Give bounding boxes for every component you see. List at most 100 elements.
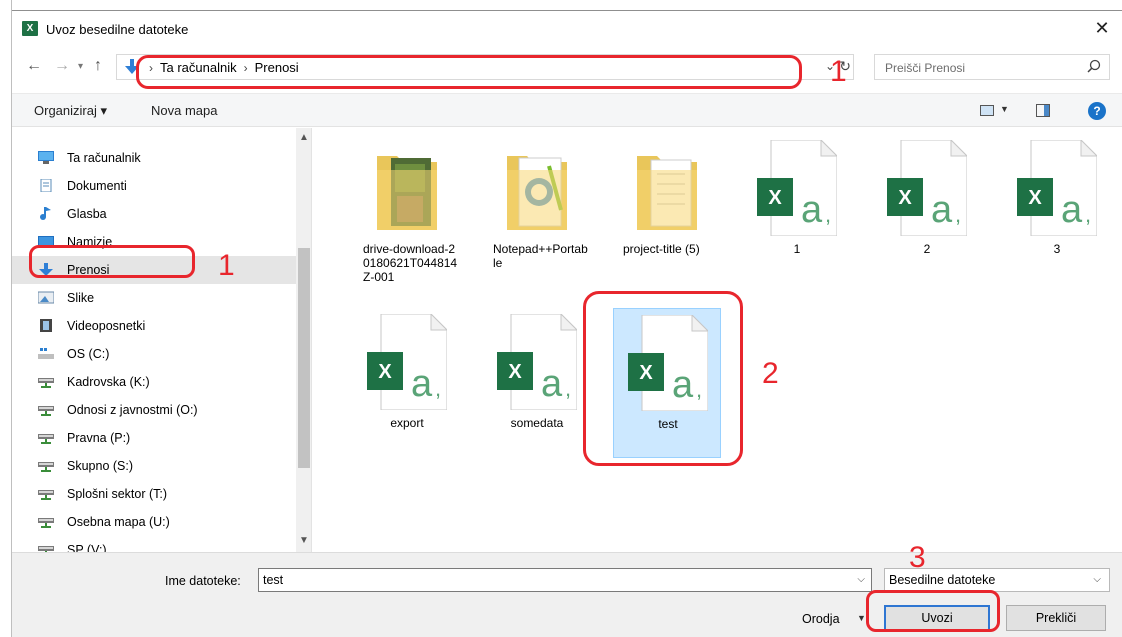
nav-item[interactable]: Osebna mapa (U:) <box>12 508 296 536</box>
svg-text:a: a <box>801 189 823 231</box>
nav-item[interactable]: SP (V:) <box>12 536 296 552</box>
search-input[interactable]: Preišči Prenosi <box>874 54 1110 80</box>
nav-item-label: Prenosi <box>67 263 110 277</box>
back-arrow-icon[interactable]: ← <box>26 57 42 75</box>
nav-item[interactable]: Odnosi z javnostmi (O:) <box>12 396 296 424</box>
address-bar[interactable]: › Ta računalnik › Prenosi ⌄ ↻ <box>116 54 854 80</box>
network-drive-icon <box>38 543 54 552</box>
nav-item-label: OS (C:) <box>67 347 110 361</box>
nav-item[interactable]: Ta računalnik <box>12 144 296 172</box>
file-item[interactable]: Xa, test <box>613 308 721 458</box>
nav-item-label: Slike <box>67 291 95 305</box>
refresh-icon[interactable]: ↻ <box>839 58 851 75</box>
file-type-value: Besedilne datoteke <box>889 573 996 587</box>
background-window-edge <box>0 0 12 637</box>
scroll-thumb[interactable] <box>298 248 310 468</box>
nav-scrollbar[interactable]: ▲ ▼ <box>296 128 311 552</box>
file-item[interactable]: Xa, export <box>353 308 461 458</box>
search-icon <box>1087 59 1101 73</box>
window-title: Uvoz besedilne datoteke <box>46 22 189 37</box>
up-arrow-icon[interactable]: ↑ <box>94 57 102 75</box>
svg-text:X: X <box>508 361 522 383</box>
svg-text:a: a <box>931 189 953 231</box>
new-folder-button[interactable]: Nova mapa <box>151 103 217 118</box>
nav-item[interactable]: Splošni sektor (T:) <box>12 480 296 508</box>
scroll-up-icon[interactable]: ▲ <box>299 132 309 143</box>
downloads-icon <box>38 263 54 276</box>
title-bar: X Uvoz besedilne datoteke ✕ <box>12 11 1122 45</box>
nav-item[interactable]: Pravna (P:) <box>12 424 296 452</box>
drive-icon <box>38 347 54 360</box>
file-item[interactable]: Xa, 1 <box>743 134 851 284</box>
pictures-icon <box>37 291 55 304</box>
scroll-down-icon[interactable]: ▼ <box>299 535 309 546</box>
file-type-select[interactable]: Besedilne datoteke ⌵ <box>884 568 1110 592</box>
close-button[interactable]: ✕ <box>1082 11 1122 45</box>
nav-item-label: Videoposnetki <box>67 319 146 333</box>
file-item[interactable]: Notepad++Portable <box>483 134 591 284</box>
file-item[interactable]: project-title (5) <box>613 134 721 284</box>
filename-input[interactable]: test ⌵ <box>258 568 872 592</box>
music-icon <box>38 207 54 220</box>
file-item[interactable]: Xa, somedata <box>483 308 591 458</box>
network-drive-icon <box>38 459 54 472</box>
address-row: ← → ▾ ↑ › Ta računalnik › Prenosi ⌄ ↻ Pr… <box>12 49 1122 83</box>
import-button[interactable]: Uvozi <box>884 605 990 631</box>
svg-text:,: , <box>825 202 831 227</box>
nav-item[interactable]: Dokumenti <box>12 172 296 200</box>
svg-text:,: , <box>696 377 702 402</box>
nav-item[interactable]: Glasba <box>12 200 296 228</box>
svg-text:,: , <box>565 376 571 401</box>
svg-text:X: X <box>639 362 653 384</box>
svg-text:X: X <box>1028 187 1042 209</box>
network-drive-icon <box>38 375 54 388</box>
file-name: export <box>390 416 424 430</box>
excel-icon: X <box>22 21 38 36</box>
tools-dropdown-icon[interactable]: ▼ <box>857 613 866 623</box>
downloads-icon <box>125 59 139 74</box>
chevron-down-icon[interactable]: ⌵ <box>857 574 865 585</box>
svg-text:a: a <box>541 363 563 405</box>
nav-item[interactable]: Namizje <box>12 228 296 256</box>
tools-button[interactable]: Orodja <box>802 612 840 626</box>
file-item[interactable]: Xa, 2 <box>873 134 981 284</box>
file-name: 1 <box>793 242 801 256</box>
nav-item[interactable]: Slike <box>12 284 296 312</box>
nav-item-label: Ta računalnik <box>67 151 141 165</box>
file-item[interactable]: Xa, 3 <box>1003 134 1111 284</box>
excel-file-icon: Xa, <box>497 312 579 411</box>
nav-item-label: Pravna (P:) <box>67 431 131 445</box>
crumb-this-pc[interactable]: Ta računalnik <box>160 60 237 75</box>
svg-text:a: a <box>1061 189 1083 231</box>
svg-text:X: X <box>898 187 912 209</box>
address-dropdown-icon[interactable]: ⌄ <box>825 59 835 73</box>
recent-locations-dropdown[interactable]: ▾ <box>78 61 83 72</box>
file-list: drive-download-20180621T044814Z-001 Notep… <box>313 128 1122 552</box>
nav-item[interactable]: OS (C:) <box>12 340 296 368</box>
svg-text:a: a <box>672 364 694 406</box>
desktop-icon <box>38 235 54 248</box>
file-name: project-title (5) <box>623 242 700 256</box>
file-name: drive-download-20180621T044814Z-001 <box>363 242 458 284</box>
organize-button[interactable]: Organiziraj ▾ <box>34 103 107 119</box>
preview-pane-icon[interactable] <box>1036 104 1050 117</box>
nav-item[interactable]: Videoposnetki <box>12 312 296 340</box>
cancel-button[interactable]: Prekliči <box>1006 605 1106 631</box>
view-options-icon[interactable] <box>980 105 994 116</box>
view-dropdown-icon[interactable]: ▼ <box>1000 104 1009 114</box>
network-drive-icon <box>38 487 54 500</box>
nav-item[interactable]: Kadrovska (K:) <box>12 368 296 396</box>
crumb-downloads[interactable]: Prenosi <box>255 60 299 75</box>
forward-arrow-icon[interactable]: → <box>54 57 70 75</box>
help-icon[interactable]: ? <box>1088 102 1106 120</box>
svg-text:X: X <box>768 187 782 209</box>
excel-file-icon: Xa, <box>367 312 449 411</box>
excel-file-icon: Xa, <box>757 138 839 237</box>
network-drive-icon <box>38 515 54 528</box>
nav-item[interactable]: Skupno (S:) <box>12 452 296 480</box>
file-item[interactable]: drive-download-20180621T044814Z-001 <box>353 134 461 284</box>
nav-item[interactable]: Prenosi <box>12 256 296 284</box>
file-name: 3 <box>1053 242 1061 256</box>
dialog-footer: Ime datoteke: test ⌵ Besedilne datoteke … <box>12 552 1122 637</box>
nav-item-label: Splošni sektor (T:) <box>67 487 168 501</box>
